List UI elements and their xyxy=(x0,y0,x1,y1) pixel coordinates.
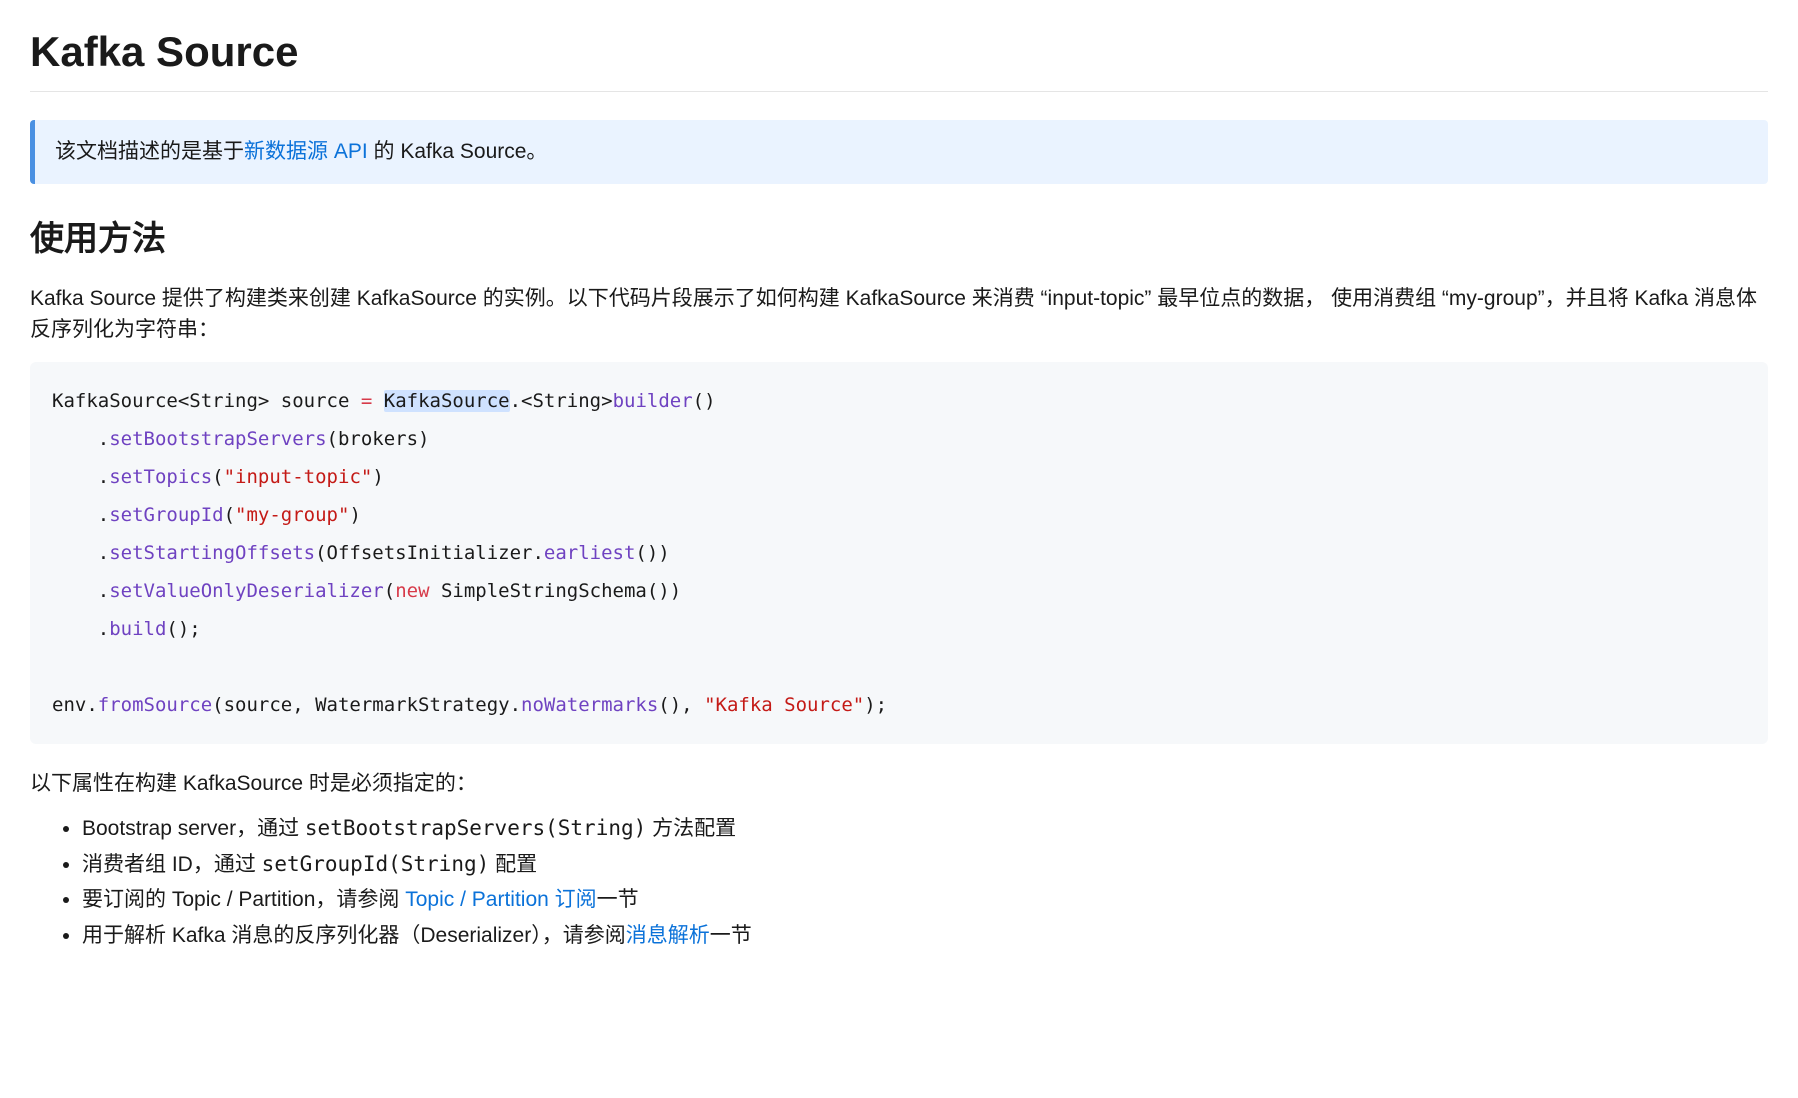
code-token: (source, WatermarkStrategy. xyxy=(212,694,521,716)
deserializer-link[interactable]: 消息解析 xyxy=(626,924,710,947)
code-token-highlighted: KafkaSource xyxy=(384,390,510,412)
code-token: new xyxy=(395,580,429,602)
list-item: Bootstrap server，通过 setBootstrapServers(… xyxy=(82,813,1768,845)
code-token: setTopics xyxy=(109,466,212,488)
code-token: setStartingOffsets xyxy=(109,542,315,564)
info-link-new-api[interactable]: 新数据源 API xyxy=(244,140,368,163)
list-text: 用于解析 Kafka 消息的反序列化器（Deserializer），请参阅 xyxy=(82,924,626,947)
list-item: 消费者组 ID，通过 setGroupId(String) 配置 xyxy=(82,849,1768,881)
code-token: setGroupId xyxy=(109,504,223,526)
code-token: ); xyxy=(864,694,887,716)
code-token: () xyxy=(693,390,716,412)
code-token: . xyxy=(52,542,109,564)
code-token: SimpleStringSchema()) xyxy=(430,580,682,602)
list-item: 用于解析 Kafka 消息的反序列化器（Deserializer），请参阅消息解… xyxy=(82,920,1768,952)
list-text: 一节 xyxy=(710,924,752,947)
topic-partition-link[interactable]: Topic / Partition 订阅 xyxy=(405,888,596,911)
code-token: builder xyxy=(613,390,693,412)
code-token: (OffsetsInitializer. xyxy=(315,542,544,564)
code-token: . xyxy=(52,580,109,602)
code-token: build xyxy=(109,618,166,640)
intro-paragraph: Kafka Source 提供了构建类来创建 KafkaSource 的实例。以… xyxy=(30,283,1768,346)
info-text-after: 的 Kafka Source。 xyxy=(368,140,548,163)
code-token: . xyxy=(52,428,109,450)
list-text: Bootstrap server，通过 xyxy=(82,817,305,840)
code-token: . xyxy=(52,466,109,488)
code-token: = xyxy=(361,390,372,412)
info-callout: 该文档描述的是基于新数据源 API 的 Kafka Source。 xyxy=(30,120,1768,184)
code-token: ) xyxy=(372,466,383,488)
code-token: "Kafka Source" xyxy=(704,694,864,716)
usage-heading: 使用方法 xyxy=(30,214,1768,265)
list-code: setBootstrapServers(String) xyxy=(305,816,646,840)
code-token: KafkaSource<String> source xyxy=(52,390,361,412)
list-text: 配置 xyxy=(489,853,537,876)
info-text-before: 该文档描述的是基于 xyxy=(55,140,244,163)
code-token: (), xyxy=(658,694,704,716)
code-token: (brokers) xyxy=(327,428,430,450)
code-token: ( xyxy=(224,504,235,526)
list-text: 一节 xyxy=(597,888,639,911)
code-token: ) xyxy=(349,504,360,526)
code-token: fromSource xyxy=(98,694,212,716)
code-token: earliest xyxy=(544,542,636,564)
code-token: . xyxy=(52,618,109,640)
code-token: noWatermarks xyxy=(521,694,658,716)
code-token: "input-topic" xyxy=(224,466,373,488)
list-text: 方法配置 xyxy=(646,817,736,840)
code-token: "my-group" xyxy=(235,504,349,526)
code-block: KafkaSource<String> source = KafkaSource… xyxy=(30,362,1768,744)
code-token: setValueOnlyDeserializer xyxy=(109,580,384,602)
list-text: 要订阅的 Topic / Partition，请参阅 xyxy=(82,888,405,911)
list-text: 消费者组 ID，通过 xyxy=(82,853,262,876)
code-token: ()) xyxy=(635,542,669,564)
code-token: (); xyxy=(166,618,200,640)
required-props-intro: 以下属性在构建 KafkaSource 时是必须指定的： xyxy=(30,768,1768,800)
code-token: . xyxy=(52,504,109,526)
list-code: setGroupId(String) xyxy=(262,852,490,876)
code-token: ( xyxy=(384,580,395,602)
code-token: .<String> xyxy=(510,390,613,412)
page-title: Kafka Source xyxy=(30,20,1768,92)
code-token: setBootstrapServers xyxy=(109,428,326,450)
code-token xyxy=(372,390,383,412)
code-token: ( xyxy=(212,466,223,488)
code-token: env. xyxy=(52,694,98,716)
list-item: 要订阅的 Topic / Partition，请参阅 Topic / Parti… xyxy=(82,884,1768,916)
required-props-list: Bootstrap server，通过 setBootstrapServers(… xyxy=(30,813,1768,951)
